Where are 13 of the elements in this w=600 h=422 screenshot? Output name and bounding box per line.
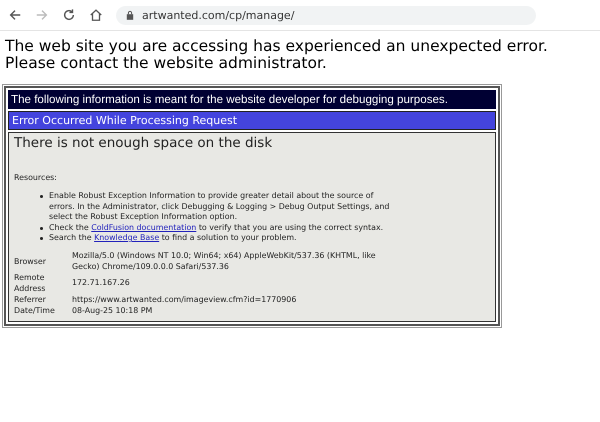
bullet-icon bbox=[40, 237, 43, 240]
address-bar[interactable]: artwanted.com/cp/manage/ bbox=[116, 6, 536, 24]
reload-icon[interactable] bbox=[62, 8, 76, 22]
error-message: Please contact the website administrator. bbox=[5, 55, 327, 72]
home-icon[interactable] bbox=[89, 8, 103, 22]
bullet-icon bbox=[40, 226, 43, 230]
back-icon[interactable] bbox=[8, 8, 22, 22]
debug-header: The following information is meant for the website developer for debugging purposes. bbox=[8, 90, 496, 109]
error-message: The web site you are accessing has experienced an unexpected error. bbox=[5, 38, 549, 55]
error-detail: There is not enough space on the disk bbox=[14, 135, 274, 151]
error-title: Error Occurred While Processing Request bbox=[8, 111, 496, 130]
bullet-icon bbox=[40, 195, 43, 198]
lock-icon bbox=[126, 10, 134, 20]
